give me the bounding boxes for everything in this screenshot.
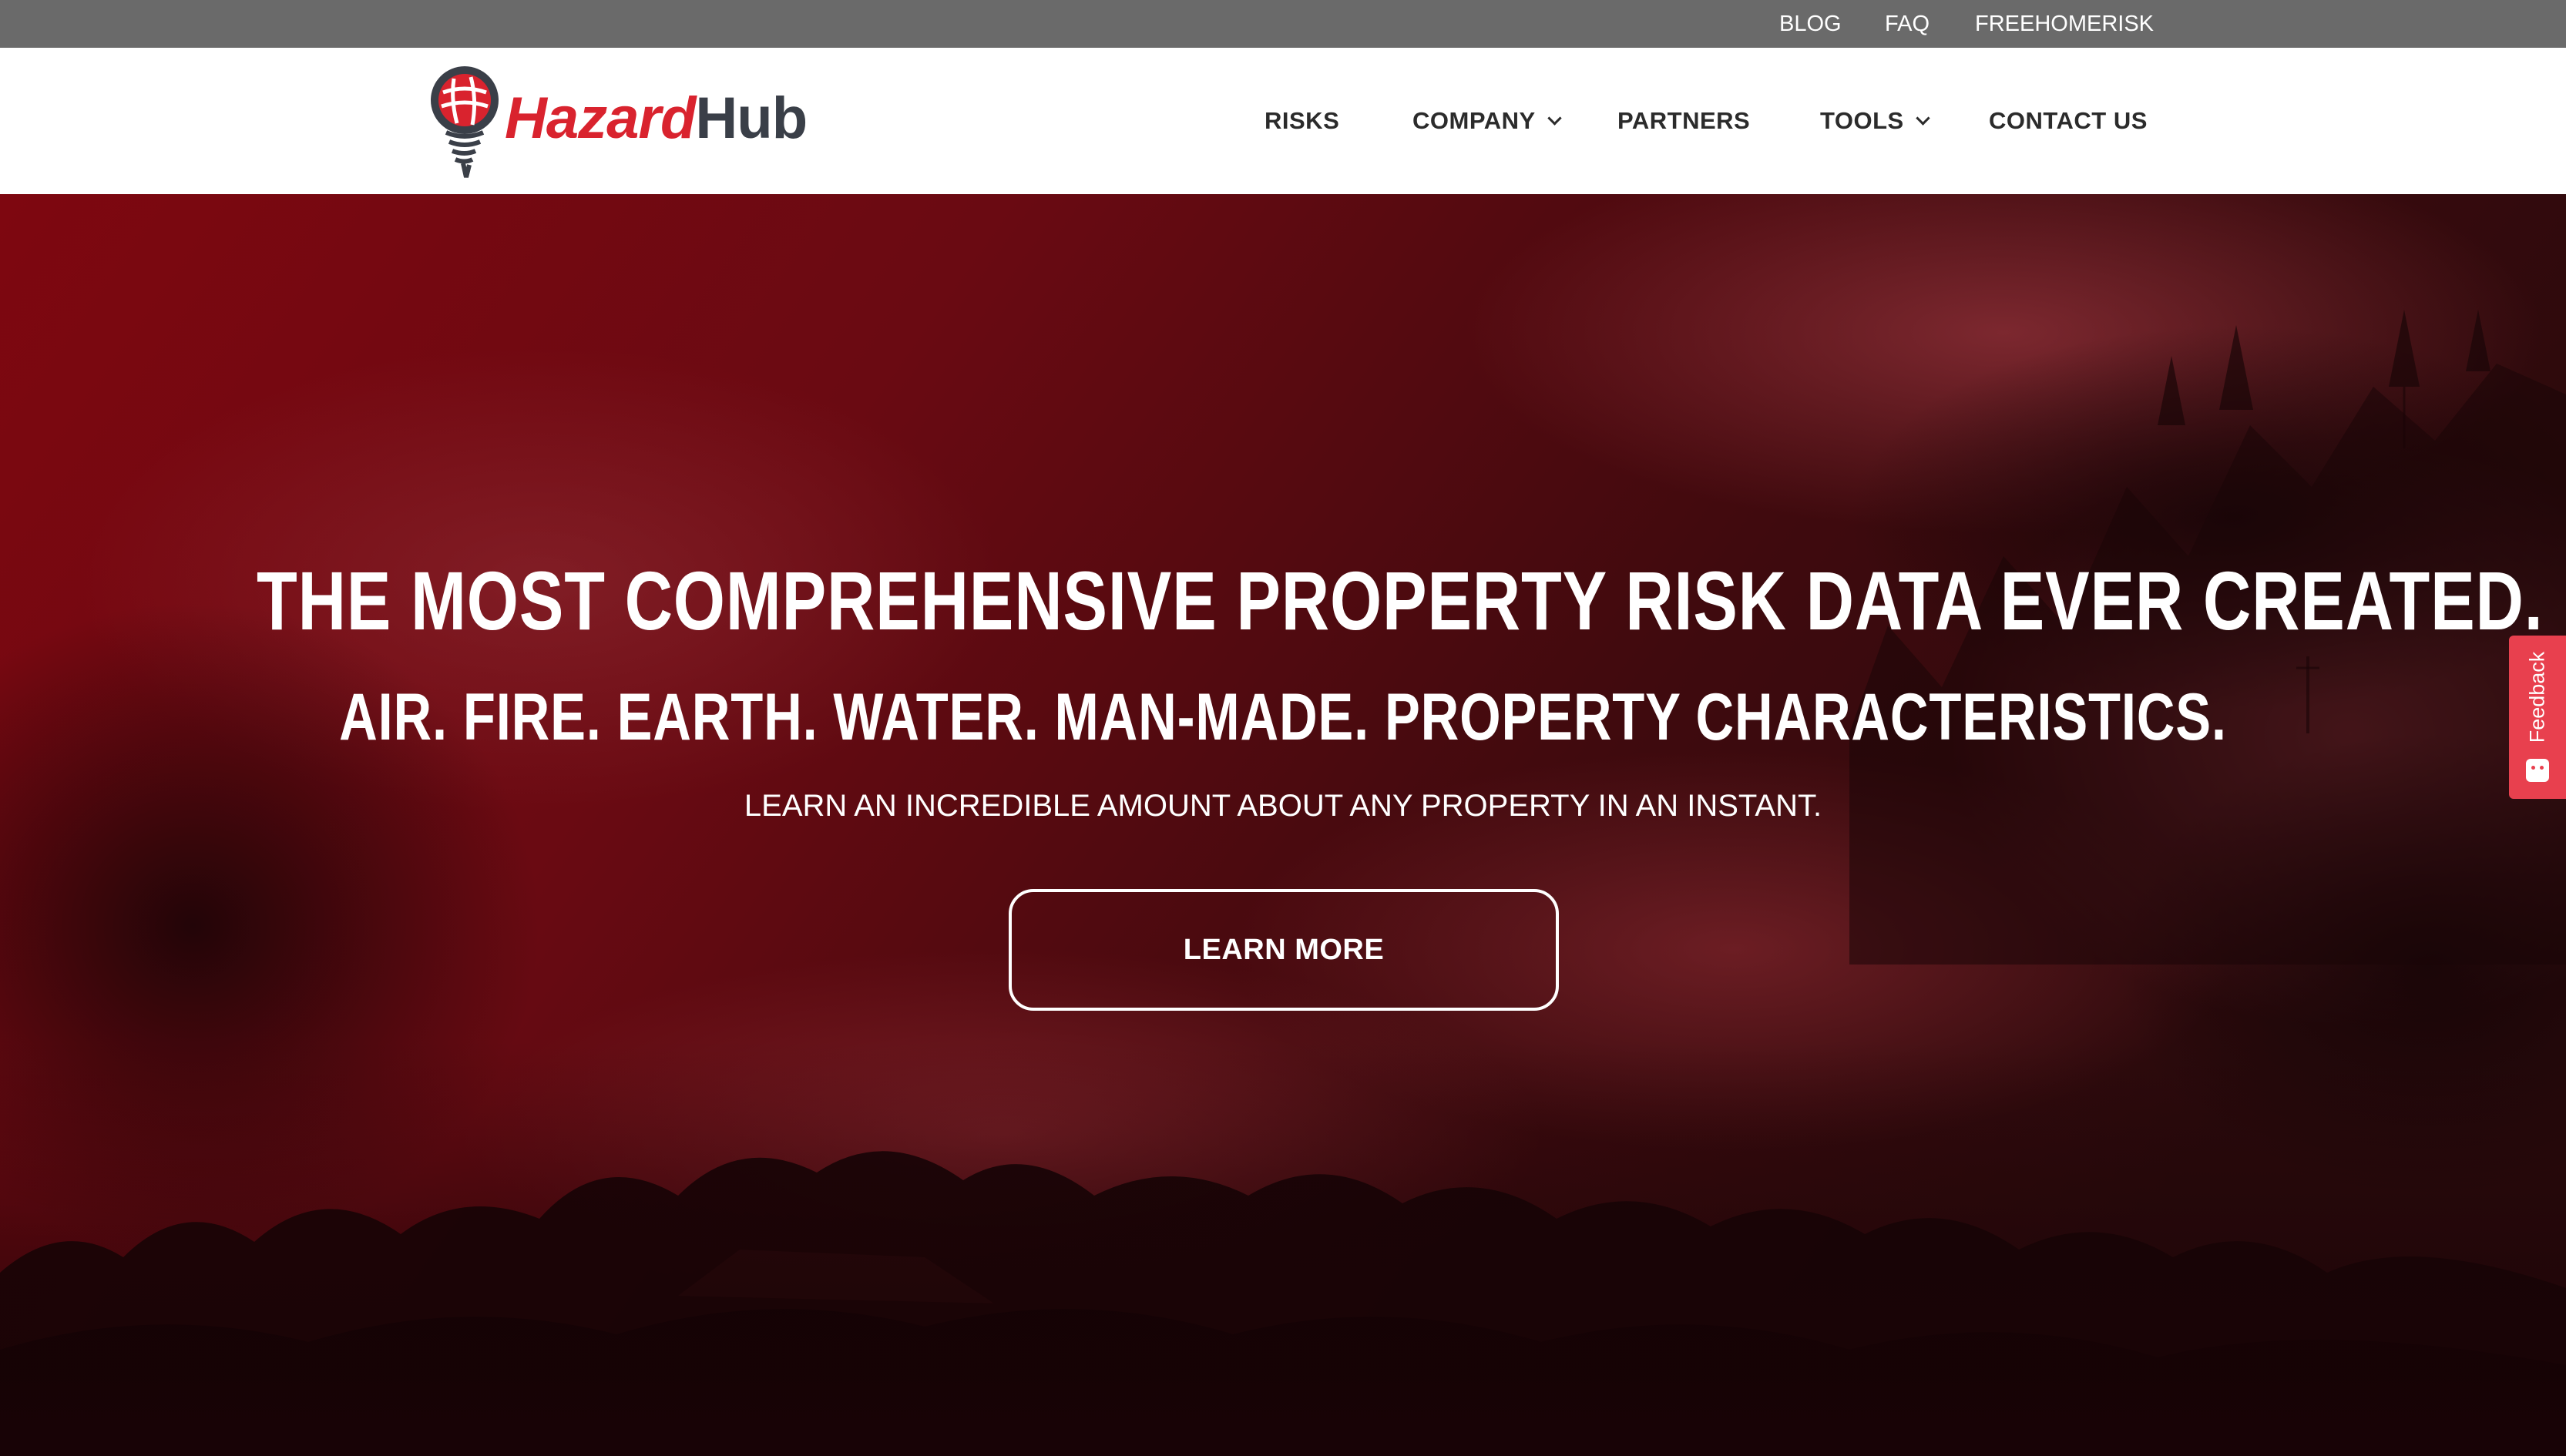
- nav-company-label: COMPANY: [1412, 107, 1536, 134]
- nav-risks-label: RISKS: [1265, 107, 1340, 134]
- nav-company[interactable]: COMPANY: [1412, 48, 1562, 194]
- hero-section: THE MOST COMPREHENSIVE PROPERTY RISK DAT…: [0, 194, 2566, 1456]
- feedback-tab[interactable]: Feedback: [2509, 636, 2566, 799]
- nav-tools-label: TOOLS: [1820, 107, 1904, 134]
- nav-risks[interactable]: RISKS: [1265, 48, 1339, 194]
- feedback-label: Feedback: [2525, 651, 2549, 743]
- hero-background-image: [0, 194, 2566, 1456]
- nav-partners[interactable]: PARTNERS: [1617, 48, 1750, 194]
- freehomerisk-link[interactable]: FREEHOMERISK: [1975, 0, 2154, 48]
- chevron-down-icon: [1547, 111, 1562, 126]
- nav-tools[interactable]: TOOLS: [1820, 48, 1930, 194]
- hazardhub-logo[interactable]: HazardHub: [428, 62, 828, 181]
- globe-tornado-icon: [431, 66, 499, 178]
- blog-link[interactable]: BLOG: [1779, 0, 1842, 48]
- logo-wordmark: HazardHub: [505, 85, 808, 152]
- utility-bar: BLOG FAQ FREEHOMERISK: [0, 0, 2566, 48]
- learn-more-button[interactable]: LEARN MORE: [1009, 889, 1559, 1011]
- hero-headline: THE MOST COMPREHENSIVE PROPERTY RISK DAT…: [257, 554, 2544, 647]
- logo-word-hazard: Hazard: [505, 86, 696, 151]
- hero-subheadline: AIR. FIRE. EARTH. WATER. MAN-MADE. PROPE…: [339, 680, 2227, 754]
- smiley-icon: [2526, 759, 2549, 782]
- nav-contact-us[interactable]: CONTACT US: [1989, 48, 2148, 194]
- chevron-down-icon: [1916, 111, 1930, 126]
- hero-tagline: LEARN AN INCREDIBLE AMOUNT ABOUT ANY PRO…: [744, 789, 1822, 823]
- faq-link[interactable]: FAQ: [1885, 0, 1930, 48]
- logo-word-hub: Hub: [695, 86, 808, 151]
- nav-contact-label: CONTACT US: [1989, 107, 2148, 134]
- nav-partners-label: PARTNERS: [1617, 107, 1751, 134]
